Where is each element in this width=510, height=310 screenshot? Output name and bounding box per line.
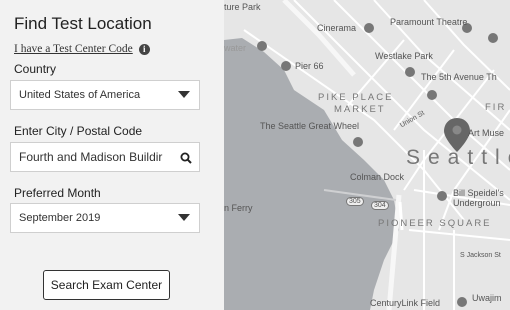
map-label-colman-dock: Colman Dock bbox=[350, 172, 405, 182]
month-select[interactable]: September 2019 bbox=[10, 203, 200, 233]
test-center-code-link[interactable]: I have a Test Center Code bbox=[14, 43, 133, 55]
map-label-park: ture Park bbox=[224, 2, 261, 12]
country-select[interactable]: United States of America bbox=[10, 80, 200, 110]
country-value: United States of America bbox=[19, 89, 141, 101]
map-label-seattle: Seattle bbox=[406, 146, 510, 169]
info-icon[interactable]: i bbox=[138, 43, 150, 55]
route-304-shield: 304 bbox=[371, 201, 389, 210]
map-label-art-museum: Art Muse bbox=[468, 128, 505, 138]
map-label-centurylink: CenturyLink Field bbox=[370, 298, 441, 308]
map-label-fir: FIR bbox=[485, 102, 507, 113]
map-label-ferry: n Ferry bbox=[224, 203, 253, 213]
map-view[interactable]: ture Park Cinerama Paramount Theatre wat… bbox=[224, 0, 510, 310]
route-305-shield: 305 bbox=[346, 197, 364, 206]
search-icon[interactable] bbox=[180, 151, 192, 169]
map-label-fifth-avenue: The 5th Avenue Th bbox=[421, 72, 497, 82]
month-label: Preferred Month bbox=[14, 186, 101, 200]
map-label-paramount: Paramount Theatre bbox=[390, 17, 468, 27]
map-label-cinerama: Cinerama bbox=[317, 23, 357, 33]
chevron-down-icon[interactable] bbox=[169, 81, 199, 109]
city-label: Enter City / Postal Code bbox=[14, 124, 143, 138]
map-label-pioneer-square: PIONEER SQUARE bbox=[378, 218, 492, 229]
page-title: Find Test Location bbox=[14, 14, 152, 33]
city-input-value: Fourth and Madison Buildir bbox=[19, 150, 163, 164]
city-postal-input[interactable]: Fourth and Madison Buildir bbox=[10, 142, 200, 172]
map-label-jackson-st: S Jackson St bbox=[460, 252, 501, 259]
chevron-down-icon[interactable] bbox=[169, 204, 199, 232]
map-label-pier66: Pier 66 bbox=[295, 61, 324, 71]
map-label-bill-speidels: Bill Speidel's bbox=[453, 188, 504, 198]
map-label-pike-place: PIKE PLACE bbox=[318, 92, 394, 103]
country-label: Country bbox=[14, 62, 57, 76]
map-label-westlake: Westlake Park bbox=[375, 51, 433, 61]
month-value: September 2019 bbox=[19, 212, 101, 224]
map-label-underground: Undergroun bbox=[453, 198, 501, 208]
map-label-water: water bbox=[224, 43, 247, 53]
test-center-link-row: I have a Test Center Code i bbox=[14, 43, 150, 55]
map-label-great-wheel: The Seattle Great Wheel bbox=[260, 121, 360, 131]
map-label-market: MARKET bbox=[334, 104, 386, 115]
search-exam-center-button[interactable]: Search Exam Center bbox=[43, 270, 170, 300]
map-label-uwajimaya: Uwajim bbox=[472, 293, 502, 303]
search-form-panel: Find Test Location I have a Test Center … bbox=[0, 0, 224, 310]
